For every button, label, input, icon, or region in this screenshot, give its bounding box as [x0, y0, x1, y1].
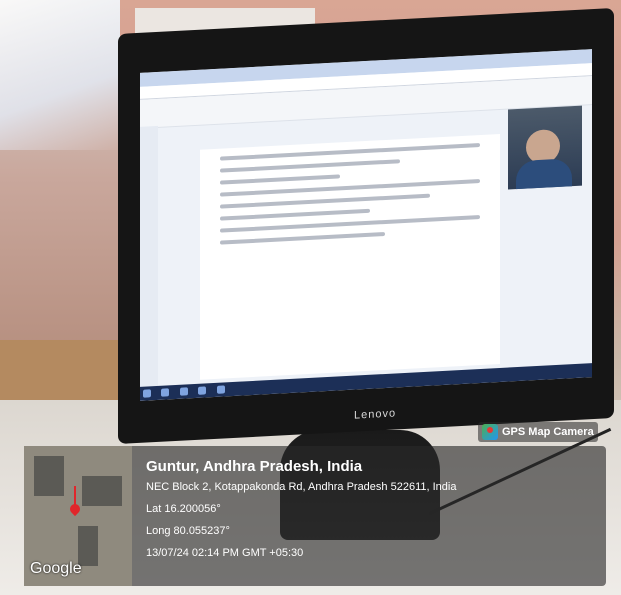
- location-timestamp: 13/07/24 02:14 PM GMT +05:30: [146, 547, 304, 559]
- taskbar-icon: [216, 385, 225, 394]
- google-logo: Google: [30, 560, 82, 577]
- monitor-brand: Lenovo: [354, 407, 397, 422]
- gps-badge-label: GPS Map Camera: [502, 426, 594, 438]
- doc-line: [220, 143, 480, 161]
- doc-line: [220, 193, 430, 209]
- document-page: [200, 133, 500, 380]
- gps-camera-icon: [482, 424, 498, 440]
- location-address: NEC Block 2, Kotappakonda Rd, Andhra Pra…: [146, 481, 457, 493]
- taskbar-icon: [161, 388, 170, 397]
- location-overlay: Google Guntur, Andhra Pradesh, India NEC…: [24, 446, 606, 586]
- location-latitude: Lat 16.200056°: [146, 503, 221, 515]
- doc-line: [220, 232, 385, 245]
- map-building: [82, 476, 122, 506]
- webcam-preview: [508, 105, 582, 190]
- taskbar-icon: [179, 387, 188, 396]
- app-sidebar: [140, 125, 158, 401]
- monitor: Lenovo: [118, 8, 614, 445]
- monitor-screen: [140, 49, 592, 401]
- map-building: [34, 456, 64, 496]
- location-longitude: Long 80.055237°: [146, 525, 230, 537]
- location-info: Guntur, Andhra Pradesh, India NEC Block …: [146, 458, 596, 569]
- taskbar-icon: [143, 389, 151, 398]
- doc-line: [220, 159, 400, 173]
- location-city: Guntur, Andhra Pradesh, India: [146, 458, 363, 475]
- map-pin-icon: [67, 501, 83, 517]
- gps-map-camera-badge: GPS Map Camera: [478, 422, 598, 442]
- map-thumbnail: Google: [24, 446, 132, 586]
- window-light: [0, 0, 120, 150]
- taskbar-icon: [198, 386, 207, 395]
- doc-line: [220, 174, 340, 185]
- photo-scene: Lenovo GPS Map Camera Google Guntur, And…: [0, 0, 621, 595]
- person-body: [516, 158, 572, 190]
- doc-line: [220, 208, 370, 221]
